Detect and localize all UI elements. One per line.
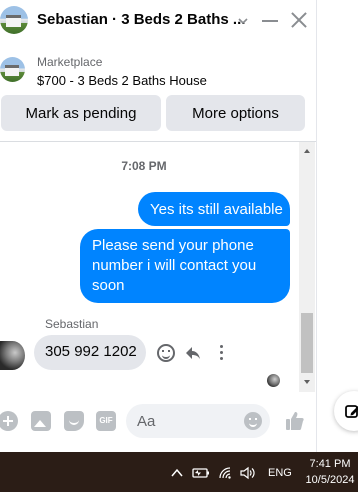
message-input[interactable]: Aa — [126, 404, 270, 438]
message-timestamp: 7:08 PM — [121, 159, 167, 173]
incoming-message[interactable]: 305 992 1202 — [34, 335, 146, 370]
chat-window: Sebastian · 3 Beds 2 Baths ... Marketpla… — [0, 0, 316, 452]
react-emoji-icon[interactable] — [157, 344, 175, 362]
show-hidden-icons-icon[interactable] — [170, 465, 184, 481]
gif-icon[interactable]: GIF — [96, 411, 116, 431]
chat-header[interactable]: Sebastian · 3 Beds 2 Baths ... — [0, 0, 316, 44]
divider — [0, 141, 316, 142]
emoji-icon[interactable] — [244, 412, 262, 430]
compose-icon — [345, 405, 358, 418]
more-options-button[interactable]: More options — [166, 95, 305, 131]
chevron-down-icon[interactable] — [237, 15, 249, 27]
windows-taskbar: ENG 7:41 PM 10/5/2024 — [0, 452, 358, 492]
mark-as-pending-button[interactable]: Mark as pending — [1, 95, 161, 131]
conversation-title[interactable]: Sebastian · 3 Beds 2 Baths ... — [37, 11, 245, 28]
reply-icon[interactable] — [184, 344, 202, 362]
plus-icon[interactable] — [0, 411, 18, 431]
like-icon[interactable] — [284, 410, 306, 432]
listing-title[interactable]: $700 - 3 Beds 2 Baths House — [37, 73, 207, 88]
sender-avatar[interactable] — [0, 341, 25, 370]
taskbar-time: 7:41 PM — [309, 458, 351, 470]
close-icon[interactable] — [290, 9, 308, 31]
volume-icon[interactable] — [240, 465, 258, 481]
sender-name: Sebastian — [45, 317, 99, 331]
page-background-strip — [316, 0, 358, 452]
input-language-indicator[interactable]: ENG — [268, 465, 292, 481]
conversation-avatar[interactable] — [0, 6, 28, 34]
battery-icon[interactable] — [192, 465, 210, 481]
message-input-placeholder: Aa — [137, 413, 156, 430]
taskbar-date: 10/5/2024 — [305, 474, 355, 486]
taskbar-clock[interactable]: 7:41 PM 10/5/2024 — [305, 456, 355, 488]
wifi-icon[interactable] — [218, 465, 234, 481]
minimize-icon[interactable] — [262, 20, 278, 22]
scroll-up-arrow-icon[interactable] — [299, 144, 315, 158]
scroll-down-arrow-icon[interactable] — [299, 375, 315, 389]
photo-icon[interactable] — [31, 411, 51, 431]
message-composer: GIF Aa — [0, 400, 316, 444]
marketplace-label: Marketplace — [37, 55, 103, 69]
seen-receipt-avatar — [267, 374, 280, 387]
sticker-icon[interactable] — [64, 411, 84, 431]
listing-thumbnail[interactable] — [0, 57, 25, 82]
outgoing-message[interactable]: Yes its still available — [138, 192, 290, 226]
scrollbar-thumb[interactable] — [301, 313, 313, 373]
outgoing-message[interactable]: Please send your phone number i will con… — [80, 229, 290, 303]
more-actions-icon[interactable] — [212, 344, 230, 362]
